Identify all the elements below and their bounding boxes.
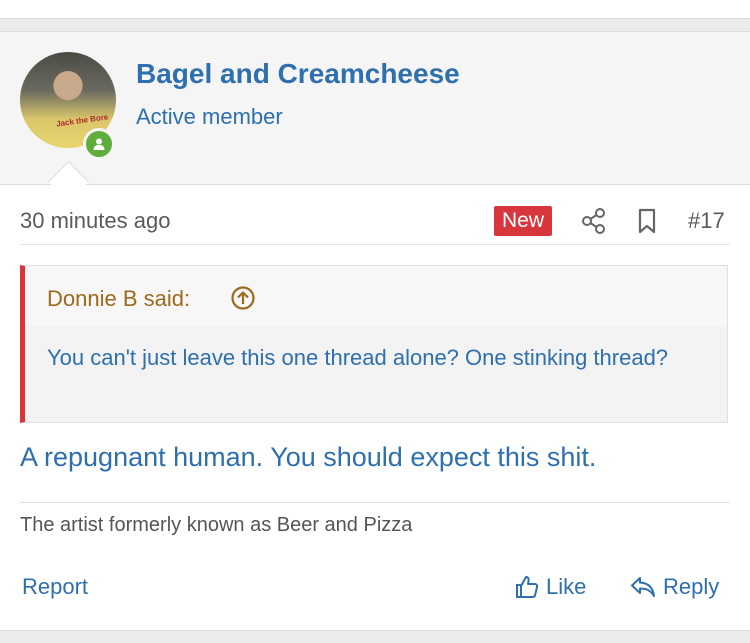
like-label: Like: [546, 574, 587, 599]
user-title: Active member: [136, 104, 283, 129]
share-icon[interactable]: [581, 207, 607, 235]
bookmark-icon[interactable]: [637, 207, 657, 235]
post-body: A repugnant human. You should expect thi…: [20, 442, 597, 472]
signature-divider: [20, 502, 730, 503]
quote-text: You can't just leave this one thread alo…: [47, 345, 669, 370]
user-signature: The artist formerly known as Beer and Pi…: [20, 514, 413, 536]
online-status-icon: [83, 128, 115, 160]
avatar-text: Jack the Bore: [55, 112, 109, 129]
new-badge: New: [494, 206, 553, 236]
post-number-link[interactable]: #17: [688, 208, 725, 234]
report-link[interactable]: Report: [22, 574, 88, 600]
like-button[interactable]: Like: [514, 574, 586, 600]
user-icon: [93, 138, 105, 150]
post-user-header: Jack the Bore Bagel and Creamcheese Acti…: [0, 31, 750, 185]
post-separator: [0, 19, 750, 31]
quote-author-link[interactable]: Donnie B said:: [47, 286, 190, 312]
post-timestamp[interactable]: 30 minutes ago: [20, 208, 170, 234]
quote-block: Donnie B said: You can't just leave this…: [20, 265, 728, 423]
reply-button[interactable]: Reply: [629, 574, 719, 600]
previous-post-bottom: [0, 0, 750, 19]
username-link[interactable]: Bagel and Creamcheese: [136, 58, 460, 90]
reply-icon: [631, 577, 655, 597]
arrow-up-circle-icon[interactable]: [230, 285, 256, 311]
thumbs-up-icon: [516, 576, 539, 598]
reply-label: Reply: [663, 574, 720, 599]
post-separator-bottom: [0, 630, 750, 643]
post-meta-bar: 30 minutes ago New #17: [20, 198, 730, 245]
